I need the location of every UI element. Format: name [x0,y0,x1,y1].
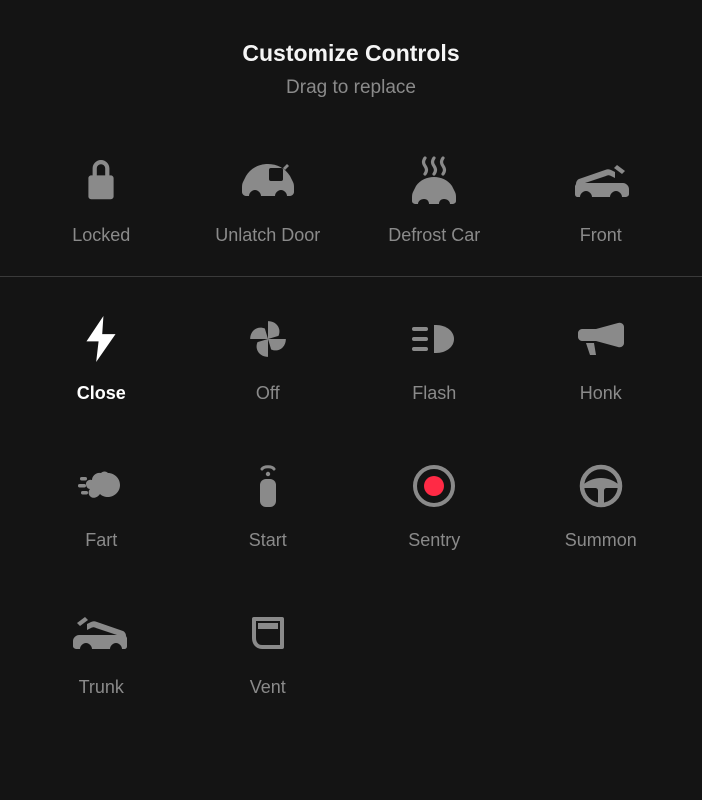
control-label: Unlatch Door [215,225,320,246]
horn-icon [576,311,626,367]
control-label: Locked [72,225,130,246]
control-flash[interactable]: Flash [351,311,518,404]
control-label: Fart [85,530,117,551]
control-vent[interactable]: Vent [185,605,352,698]
fart-icon [78,458,124,514]
control-label: Flash [412,383,456,404]
control-label: Front [580,225,622,246]
control-close[interactable]: Close [18,311,185,404]
bolt-icon [86,311,116,367]
fan-icon [247,311,289,367]
control-off[interactable]: Off [185,311,352,404]
control-label: Summon [565,530,637,551]
control-label: Trunk [79,677,124,698]
sentry-icon [412,458,456,514]
control-sentry[interactable]: Sentry [351,458,518,551]
defrost-icon [406,153,462,209]
controls-grid: Close Off Flash [0,277,702,698]
control-label: Defrost Car [388,225,480,246]
control-label: Close [77,383,126,404]
page-subtitle: Drag to replace [0,77,702,99]
control-defrost-car[interactable]: Defrost Car [351,153,518,246]
frunk-icon [571,153,631,209]
header: Customize Controls Drag to replace [0,0,702,127]
control-honk[interactable]: Honk [518,311,685,404]
control-start[interactable]: Start [185,458,352,551]
control-fart[interactable]: Fart [18,458,185,551]
control-unlatch-door[interactable]: Unlatch Door [185,153,352,246]
headlight-icon [408,311,460,367]
keyfob-icon [255,458,281,514]
steering-icon [579,458,623,514]
control-locked[interactable]: Locked [18,153,185,246]
lock-icon [84,153,118,209]
control-trunk[interactable]: Trunk [18,605,185,698]
control-summon[interactable]: Summon [518,458,685,551]
vent-icon [248,605,288,661]
top-row: Locked Unlatch Door Defrost Car [0,127,702,276]
control-label: Start [249,530,287,551]
trunk-icon [71,605,131,661]
control-front[interactable]: Front [518,153,685,246]
control-label: Vent [250,677,286,698]
car-door-icon [237,153,299,209]
page-title: Customize Controls [0,40,702,67]
control-label: Sentry [408,530,460,551]
control-label: Honk [580,383,622,404]
control-label: Off [256,383,280,404]
